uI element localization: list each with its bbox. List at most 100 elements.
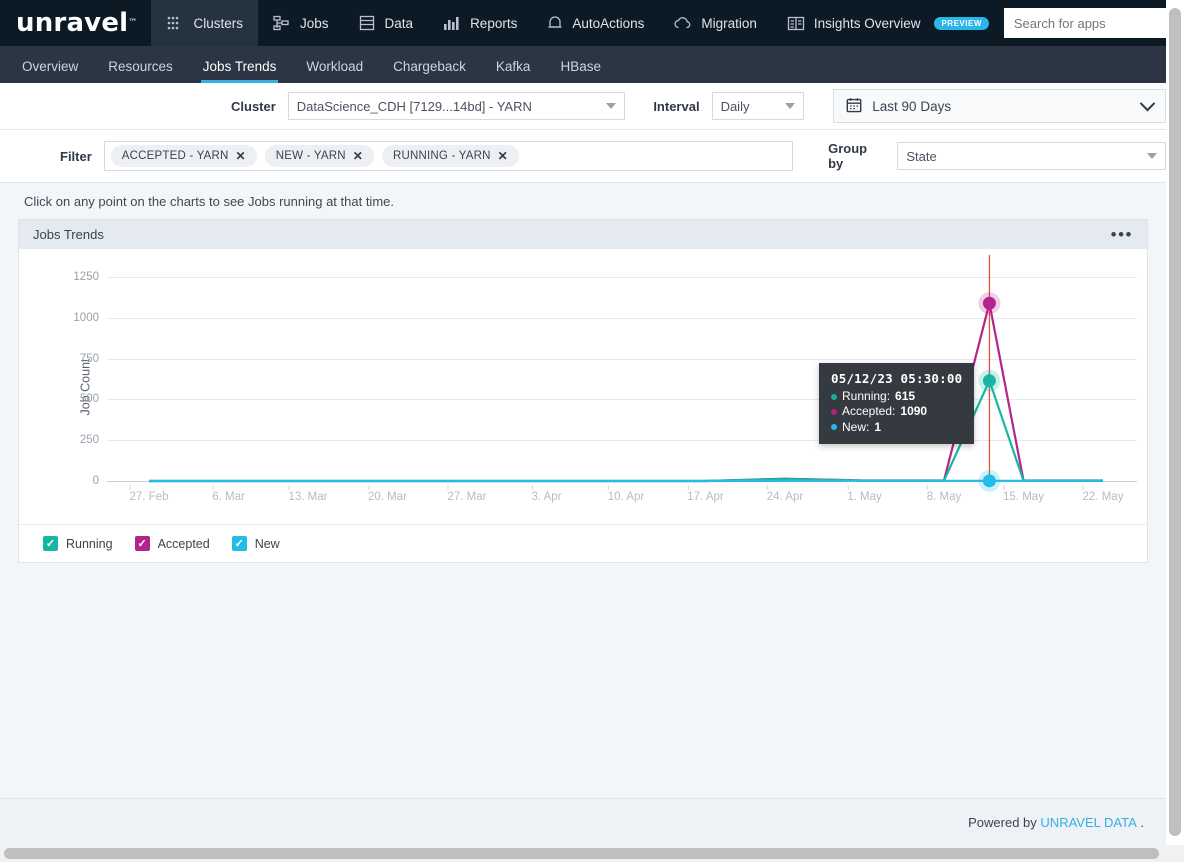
x-tick-mark xyxy=(1082,485,1084,490)
nav-label-jobs: Jobs xyxy=(300,15,329,31)
chip-remove-icon[interactable]: ✕ xyxy=(353,149,363,163)
nav-item-autoactions[interactable]: AutoActions xyxy=(532,0,659,46)
nav-item-jobs[interactable]: Jobs xyxy=(258,0,344,46)
chip-remove-icon[interactable]: ✕ xyxy=(498,149,508,163)
top-navigation-bar: unravel ™ Clusters Jobs Data Reports Aut… xyxy=(0,0,1184,46)
x-axis-tick: 27. Feb xyxy=(129,485,169,503)
legend-item-accepted[interactable]: ✓ Accepted xyxy=(134,536,210,551)
nav-item-data[interactable]: Data xyxy=(344,0,429,46)
legend-label-running: Running xyxy=(66,536,113,551)
series-color-dot xyxy=(831,409,837,416)
x-axis-tick: 24. Apr xyxy=(766,485,803,503)
tooltip-label-new: New: xyxy=(842,419,870,434)
date-range-picker[interactable]: Last 90 Days xyxy=(833,89,1167,123)
panel-menu-icon[interactable]: ••• xyxy=(1111,226,1133,243)
legend-label-new: New xyxy=(254,536,280,551)
search-input[interactable] xyxy=(1003,8,1184,38)
tab-kafka[interactable]: Kafka xyxy=(482,59,545,83)
x-tick-mark xyxy=(129,485,131,490)
nav-label-migration: Migration xyxy=(701,15,757,31)
legend-checkbox-new[interactable]: ✓ xyxy=(231,536,247,551)
chip-label: ACCEPTED - YARN xyxy=(121,150,229,162)
tab-jobs-trends[interactable]: Jobs Trends xyxy=(189,59,291,83)
group-by-select[interactable]: State xyxy=(897,142,1166,170)
series-color-dot xyxy=(831,393,837,400)
tab-overview[interactable]: Overview xyxy=(8,59,92,83)
filter-chips-container[interactable]: ACCEPTED - YARN ✕ NEW - YARN ✕ RUNNING -… xyxy=(103,141,794,171)
bell-icon xyxy=(547,15,563,32)
jobs-icon xyxy=(273,15,291,31)
tooltip-row-new: New: 1 xyxy=(831,420,962,435)
vertical-scrollbar[interactable] xyxy=(1166,0,1184,845)
nav-item-insights-overview[interactable]: Insights Overview PREVIEW xyxy=(772,0,1004,46)
chip-label: RUNNING - YARN xyxy=(393,150,491,162)
tooltip-value-new: 1 xyxy=(874,419,882,434)
chevron-down-icon xyxy=(606,103,617,109)
cluster-select[interactable]: DataScience_CDH [7129...14bd] - YARN xyxy=(287,92,626,120)
nav-item-reports[interactable]: Reports xyxy=(428,0,532,46)
x-axis-line xyxy=(107,481,1137,482)
chart-hint-text: Click on any point on the charts to see … xyxy=(0,183,1166,219)
marker-running xyxy=(982,374,996,388)
tab-hbase[interactable]: HBase xyxy=(546,59,615,83)
legend-item-running[interactable]: ✓ Running xyxy=(43,536,113,551)
x-tick-mark xyxy=(847,485,849,490)
interval-label: Interval xyxy=(653,98,700,114)
x-axis-tick: 22. May xyxy=(1082,485,1123,503)
footer-suffix: . xyxy=(1140,814,1144,830)
filter-label: Filter xyxy=(60,148,92,164)
vertical-scrollbar-thumb[interactable] xyxy=(1169,8,1181,836)
x-tick-mark xyxy=(766,485,768,490)
x-tick-mark xyxy=(212,485,214,490)
chevron-down-icon xyxy=(1139,95,1156,111)
nav-item-clusters[interactable]: Clusters xyxy=(151,0,258,46)
tooltip-row-accepted: Accepted: 1090 xyxy=(831,404,962,419)
x-tick-mark xyxy=(368,485,369,490)
filter-chip-running-yarn[interactable]: RUNNING - YARN ✕ xyxy=(382,145,519,167)
marker-halo-running xyxy=(978,369,1001,392)
nav-label-clusters: Clusters xyxy=(193,15,243,31)
plot-region[interactable]: 0 250 500 750 1000 1250 27. Feb 6. Mar 13. Mar 20… xyxy=(19,249,1147,524)
filter-chip-new-yarn[interactable]: NEW - YARN ✕ xyxy=(264,145,375,167)
y-axis-tick: 500 xyxy=(79,393,99,406)
x-axis-tick: 13. Mar xyxy=(288,485,328,503)
cloud-icon xyxy=(674,16,692,30)
y-axis-tick: 250 xyxy=(79,434,99,447)
horizontal-scrollbar[interactable] xyxy=(0,845,1184,862)
footer-link-unravel-data[interactable]: UNRAVEL DATA xyxy=(1040,815,1136,830)
chart-legend: ✓ Running ✓ Accepted ✓ New xyxy=(19,524,1147,562)
sub-navigation-tabs: Overview Resources Jobs Trends Workload … xyxy=(0,46,1166,83)
grid-line xyxy=(107,399,1137,401)
chart-series-svg xyxy=(149,255,1103,492)
tab-workload[interactable]: Workload xyxy=(292,59,377,83)
interval-select[interactable]: Daily xyxy=(711,92,805,120)
nav-label-data: Data xyxy=(384,15,414,31)
legend-label-accepted: Accepted xyxy=(157,536,210,551)
tooltip-label-running: Running: xyxy=(842,389,891,403)
cluster-select-value: DataScience_CDH [7129...14bd] - YARN xyxy=(296,98,532,114)
series-color-dot xyxy=(831,424,837,431)
legend-checkbox-running[interactable]: ✓ xyxy=(43,536,58,551)
cluster-filter-bar: Cluster DataScience_CDH [7129...14bd] - … xyxy=(0,83,1167,130)
x-tick-mark xyxy=(531,485,533,490)
nav-item-migration[interactable]: Migration xyxy=(659,0,772,46)
filter-chip-accepted-yarn[interactable]: ACCEPTED - YARN ✕ xyxy=(110,145,257,167)
tab-resources[interactable]: Resources xyxy=(94,59,187,83)
brand-trademark: ™ xyxy=(128,18,138,28)
group-by-label: Group by xyxy=(828,141,868,171)
x-axis-tick: 1. May xyxy=(847,485,882,503)
legend-checkbox-accepted[interactable]: ✓ xyxy=(134,536,150,551)
legend-item-new[interactable]: ✓ New xyxy=(231,536,280,551)
panel-header: Jobs Trends ••• xyxy=(19,220,1147,249)
grid-line xyxy=(107,277,1137,279)
x-axis-tick: 15. May xyxy=(1003,485,1044,503)
horizontal-scrollbar-thumb[interactable] xyxy=(4,848,1159,859)
x-axis-tick: 17. Apr xyxy=(687,485,724,503)
interval-select-value: Daily xyxy=(720,98,750,114)
brand-logo[interactable]: unravel ™ xyxy=(0,0,151,46)
tab-chargeback[interactable]: Chargeback xyxy=(379,59,480,83)
chip-remove-icon[interactable]: ✕ xyxy=(236,149,246,163)
jobs-trends-chart[interactable]: Job Count 0 250 500 750 1000 1250 27. Feb 6. Ma… xyxy=(19,249,1147,524)
chart-tooltip: 05/12/23 05:30:00 Running: 615 Accepted:… xyxy=(819,363,975,445)
panel-title: Jobs Trends xyxy=(33,227,104,242)
